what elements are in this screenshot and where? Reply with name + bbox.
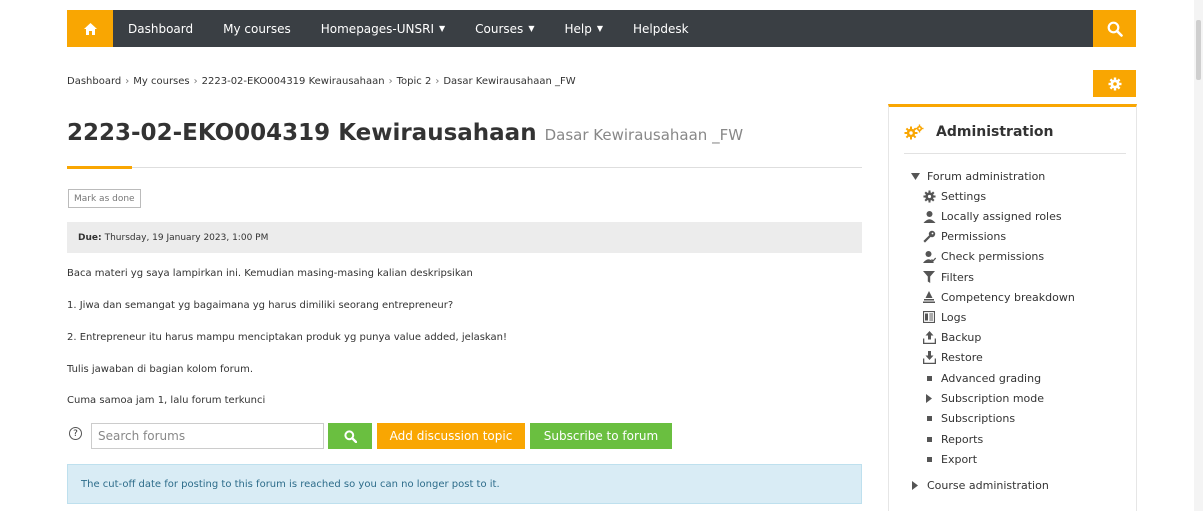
navbar-search-button[interactable] bbox=[1093, 10, 1136, 47]
search-icon bbox=[1107, 21, 1123, 37]
breadcrumb-separator: › bbox=[193, 76, 198, 87]
gear-icon bbox=[922, 189, 936, 203]
tree-item-locally-assigned-roles[interactable]: Locally assigned roles bbox=[922, 208, 1062, 224]
breadcrumb-separator: › bbox=[388, 76, 393, 87]
nav-item-my-courses[interactable]: My courses bbox=[208, 10, 306, 47]
bullet-icon bbox=[922, 452, 936, 466]
description-paragraph: Baca materi yg saya lampirkan ini. Kemud… bbox=[67, 268, 473, 279]
tree-item-backup[interactable]: Backup bbox=[922, 329, 981, 345]
download-icon bbox=[922, 350, 936, 364]
help-icon[interactable]: ? bbox=[69, 427, 82, 440]
search-forums-input[interactable] bbox=[91, 423, 324, 449]
breadcrumb-separator: › bbox=[125, 76, 130, 87]
caret-down-icon: ▼ bbox=[596, 24, 603, 33]
breadcrumb-course[interactable]: 2223-02-EKO004319 Kewirausahaan bbox=[202, 76, 385, 87]
triangle-down-icon bbox=[908, 169, 922, 183]
tree-item-subscriptions[interactable]: Subscriptions bbox=[922, 410, 1015, 426]
user-check-icon bbox=[922, 249, 936, 263]
title-divider bbox=[67, 167, 862, 168]
due-date-bar: Due: Thursday, 19 January 2023, 1:00 PM bbox=[67, 222, 862, 253]
breadcrumb-separator: › bbox=[435, 76, 440, 87]
due-label: Due: bbox=[78, 232, 102, 243]
triangle-right-icon bbox=[908, 478, 922, 492]
caret-down-icon: ▼ bbox=[528, 24, 535, 33]
scrollbar-thumb[interactable] bbox=[1196, 20, 1201, 80]
search-icon bbox=[343, 429, 357, 443]
gear-icon bbox=[1108, 77, 1121, 90]
add-discussion-topic-button[interactable]: Add discussion topic bbox=[377, 423, 525, 449]
tree-item-check-permissions[interactable]: Check permissions bbox=[922, 248, 1044, 264]
top-navbar: Dashboard My courses Homepages-UNSRI ▼ Co… bbox=[67, 10, 1136, 47]
bullet-icon bbox=[922, 432, 936, 446]
breadcrumb-my-courses[interactable]: My courses bbox=[133, 76, 189, 87]
breadcrumb: Dashboard › My courses › 2223-02-EKO004319 K… bbox=[67, 76, 576, 87]
bullet-icon bbox=[922, 411, 936, 425]
triangle-right-icon bbox=[922, 391, 936, 405]
home-button[interactable] bbox=[67, 10, 113, 47]
description-paragraph: 2. Entrepreneur itu harus mampu mencipta… bbox=[67, 332, 508, 343]
page-title: 2223-02-EKO004319 Kewirausahaan Dasar Kew… bbox=[67, 120, 743, 146]
nav-item-help[interactable]: Help ▼ bbox=[549, 10, 618, 47]
administration-block: Administration Forum administration Sett… bbox=[888, 104, 1137, 511]
caret-down-icon: ▼ bbox=[439, 24, 446, 33]
description-paragraph: Cuma samoa jam 1, lalu forum terkunci bbox=[67, 395, 266, 406]
competency-icon bbox=[922, 290, 936, 304]
filter-icon bbox=[922, 270, 936, 284]
tree-item-permissions[interactable]: Permissions bbox=[922, 228, 1006, 244]
tree-item-logs[interactable]: Logs bbox=[922, 309, 966, 325]
nav-item-helpdesk[interactable]: Helpdesk bbox=[618, 10, 704, 47]
breadcrumb-dashboard[interactable]: Dashboard bbox=[67, 76, 121, 87]
due-value: Thursday, 19 January 2023, 1:00 PM bbox=[104, 232, 269, 243]
administration-divider bbox=[904, 153, 1126, 154]
tree-item-subscription-mode[interactable]: Subscription mode bbox=[922, 390, 1044, 406]
breadcrumb-topic[interactable]: Topic 2 bbox=[397, 76, 432, 87]
gears-icon bbox=[904, 124, 924, 140]
tree-forum-administration[interactable]: Forum administration bbox=[908, 168, 1045, 184]
mark-as-done-button[interactable]: Mark as done bbox=[68, 189, 141, 208]
search-forums-button[interactable] bbox=[328, 423, 372, 449]
tree-item-filters[interactable]: Filters bbox=[922, 269, 974, 285]
bullet-icon bbox=[922, 371, 936, 385]
tree-item-advanced-grading[interactable]: Advanced grading bbox=[922, 370, 1041, 386]
tree-item-restore[interactable]: Restore bbox=[922, 349, 983, 365]
page-settings-button[interactable] bbox=[1093, 70, 1136, 97]
cutoff-alert: The cut-off date for posting to this for… bbox=[67, 464, 862, 504]
key-icon bbox=[922, 229, 936, 243]
home-icon bbox=[83, 22, 97, 35]
description-paragraph: Tulis jawaban di bagian kolom forum. bbox=[67, 364, 254, 375]
subscribe-to-forum-button[interactable]: Subscribe to forum bbox=[530, 423, 672, 449]
breadcrumb-activity[interactable]: Dasar Kewirausahaan _FW bbox=[443, 76, 575, 87]
tree-item-reports[interactable]: Reports bbox=[922, 431, 983, 447]
course-title: 2223-02-EKO004319 Kewirausahaan bbox=[67, 120, 537, 146]
tree-course-administration[interactable]: Course administration bbox=[908, 477, 1049, 493]
title-accent-bar bbox=[67, 166, 132, 169]
tree-item-export[interactable]: Export bbox=[922, 451, 977, 467]
tree-item-settings[interactable]: Settings bbox=[922, 188, 986, 204]
logs-icon bbox=[922, 310, 936, 324]
description-paragraph: 1. Jiwa dan semangat yg bagaimana yg har… bbox=[67, 300, 454, 311]
upload-icon bbox=[922, 330, 936, 344]
tree-item-competency-breakdown[interactable]: Competency breakdown bbox=[922, 289, 1075, 305]
administration-header: Administration bbox=[904, 124, 1053, 140]
nav-item-dashboard[interactable]: Dashboard bbox=[113, 10, 208, 47]
nav-item-homepages-unsri[interactable]: Homepages-UNSRI ▼ bbox=[306, 10, 460, 47]
user-icon bbox=[922, 209, 936, 223]
activity-subtitle: Dasar Kewirausahaan _FW bbox=[544, 126, 744, 144]
nav-item-courses[interactable]: Courses ▼ bbox=[460, 10, 549, 47]
administration-title: Administration bbox=[936, 124, 1054, 140]
